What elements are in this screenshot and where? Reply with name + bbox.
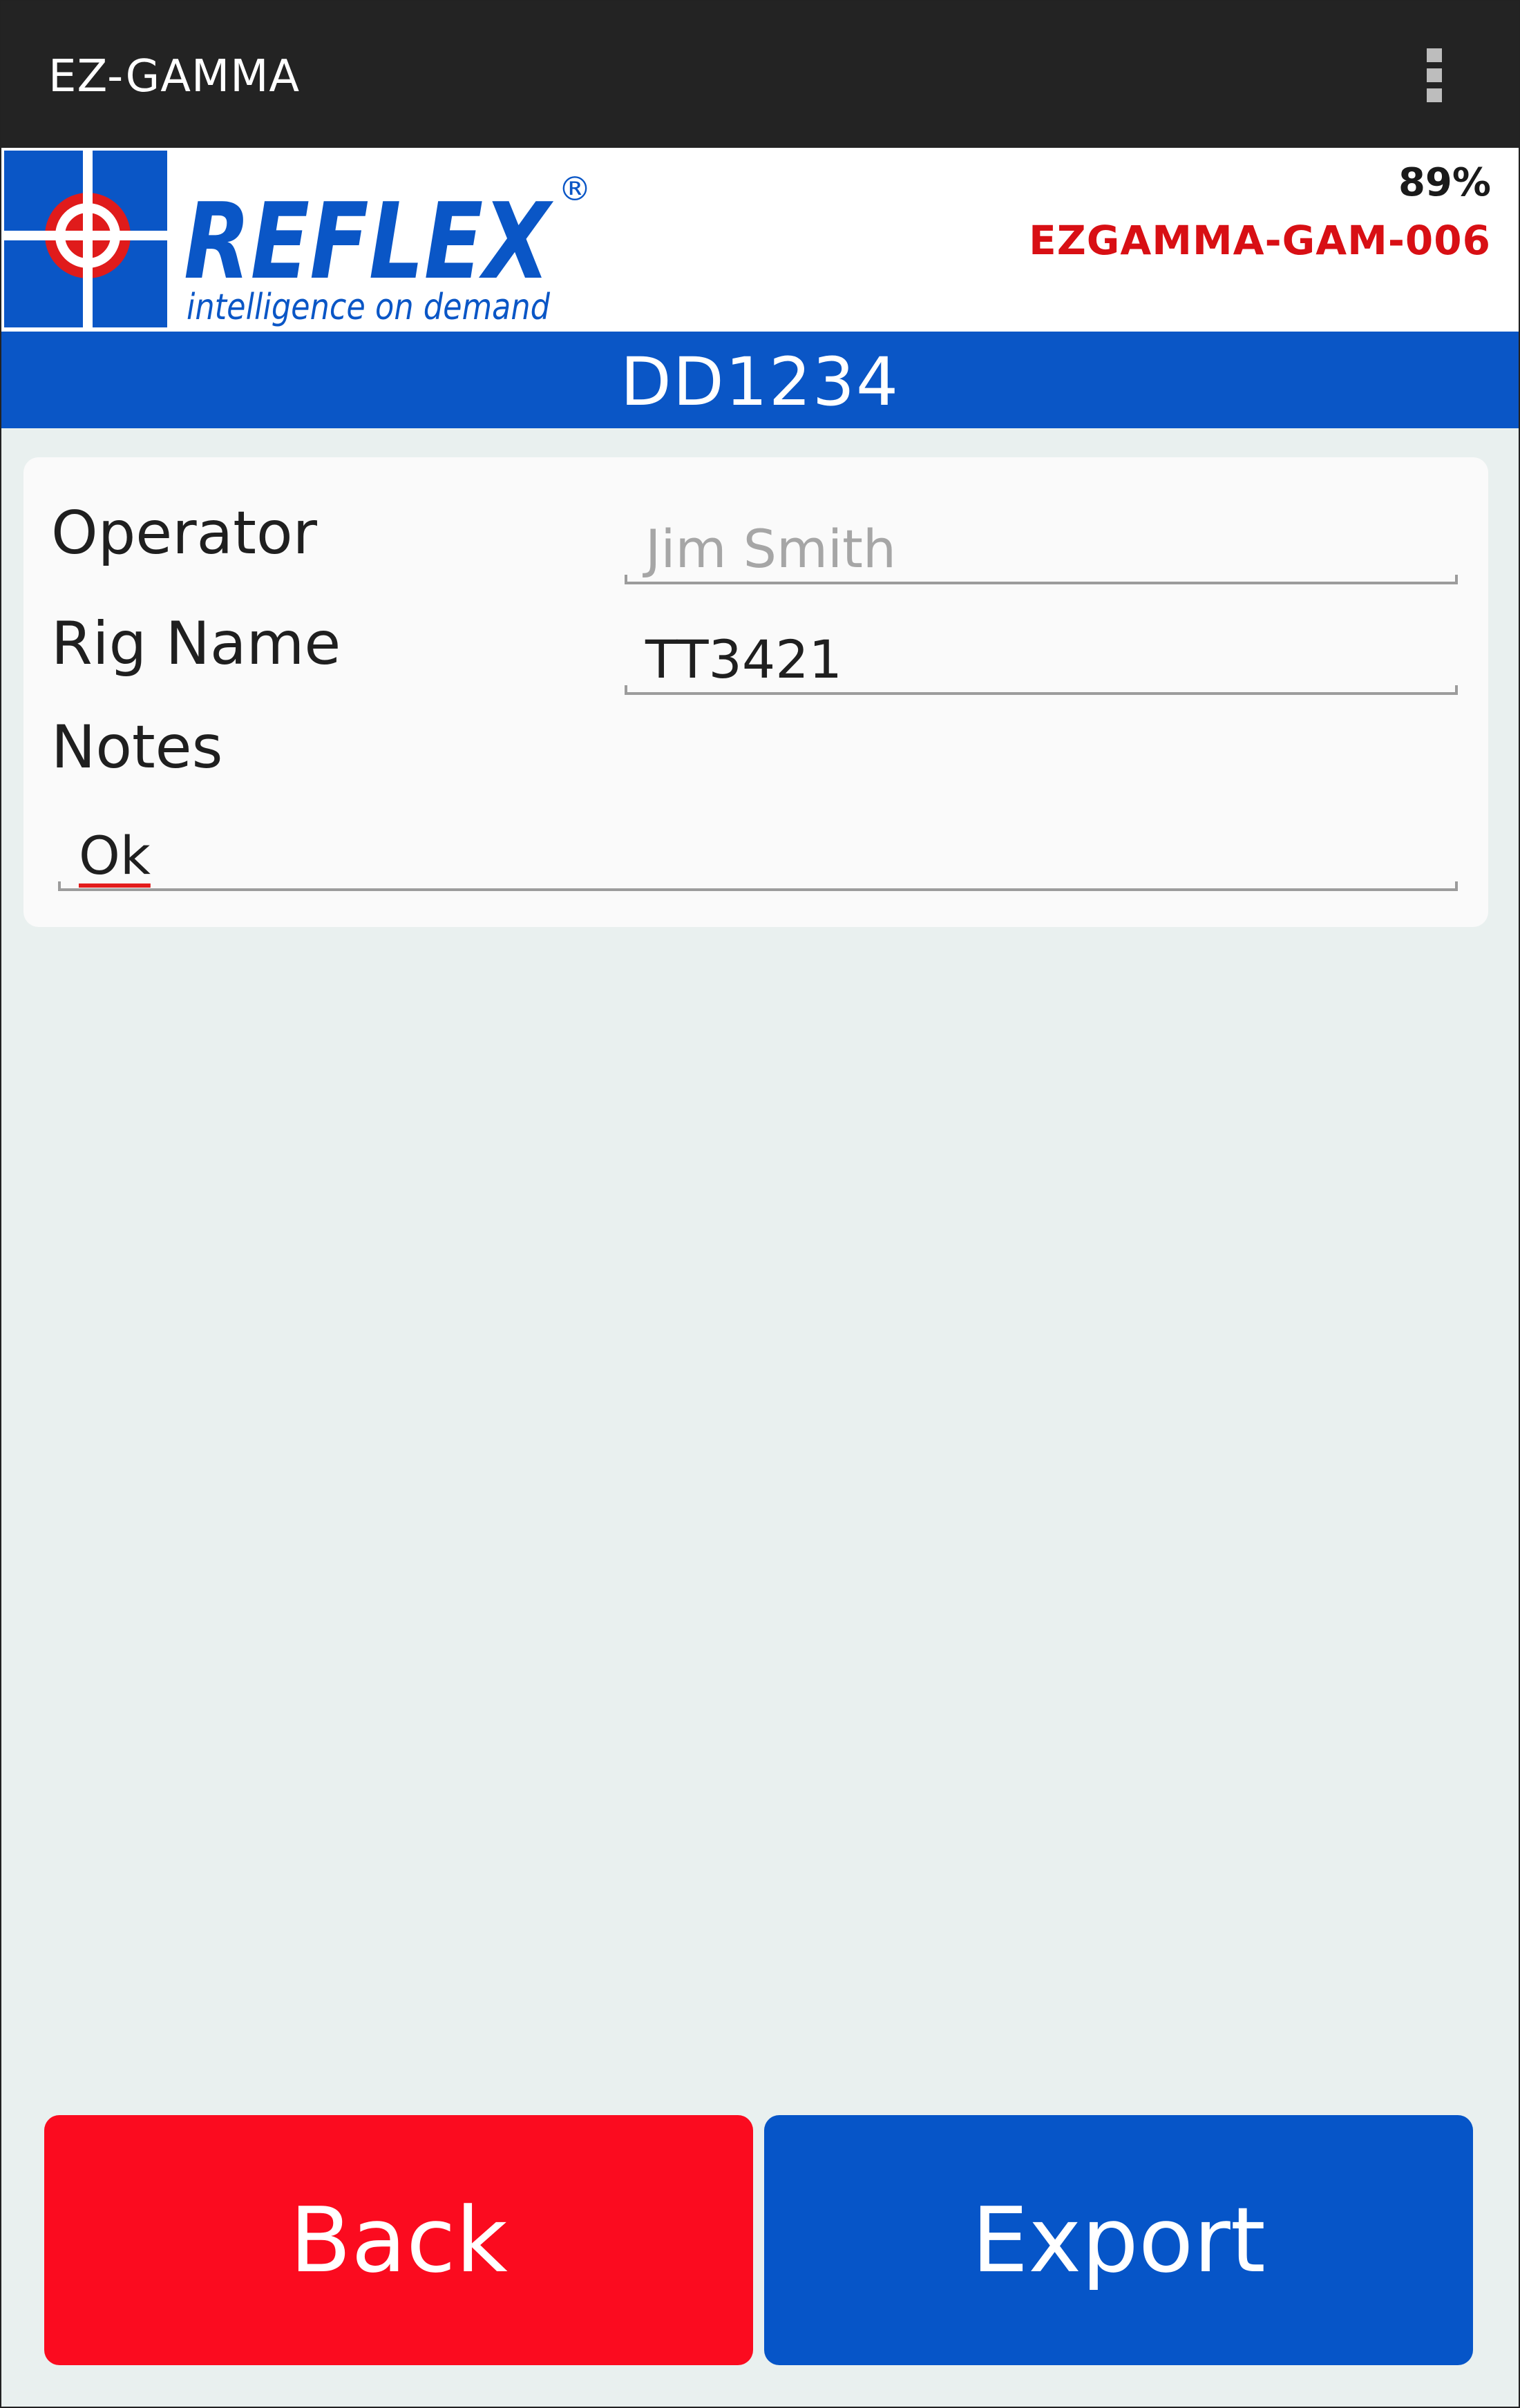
- rig-name-value: TT3421: [645, 629, 842, 690]
- logo-wordmark: REFLEX: [184, 180, 554, 303]
- operator-placeholder: Jim Smith: [645, 518, 897, 580]
- notes-value: Ok: [79, 825, 151, 886]
- reflex-logo: REFLEX ® intelligence on demand: [1, 148, 591, 332]
- logo-tagline: intelligence on demand: [187, 287, 551, 328]
- details-form: Operator Jim Smith Rig Name TT3421 Notes…: [23, 457, 1488, 927]
- notes-field[interactable]: Ok: [58, 808, 1458, 891]
- hole-id-title: DD1234: [1, 332, 1519, 428]
- brand-header: REFLEX ® intelligence on demand 89% EZGA…: [1, 148, 1519, 332]
- app-window: EZ-GAMMA REFLEX ® intelligence on demand…: [0, 0, 1520, 2408]
- rig-name-label: Rig Name: [51, 609, 341, 678]
- app-title: EZ-GAMMA: [48, 51, 301, 102]
- notes-field-underline: [58, 881, 1458, 891]
- back-button[interactable]: Back: [44, 2115, 753, 2365]
- rig-name-field-underline: [625, 685, 1458, 695]
- logo-registered-mark: ®: [558, 170, 591, 209]
- rig-name-field[interactable]: TT3421: [625, 612, 1458, 695]
- battery-level: 89%: [1398, 160, 1491, 205]
- notes-label: Notes: [51, 713, 223, 782]
- overflow-menu-icon[interactable]: [1419, 48, 1450, 108]
- action-bar: EZ-GAMMA: [1, 1, 1519, 148]
- operator-field[interactable]: Jim Smith: [625, 501, 1458, 584]
- export-button[interactable]: Export: [764, 2115, 1473, 2365]
- operator-label: Operator: [51, 499, 317, 568]
- device-id: EZGAMMA-GAM-006: [1029, 217, 1491, 264]
- operator-field-underline: [625, 575, 1458, 584]
